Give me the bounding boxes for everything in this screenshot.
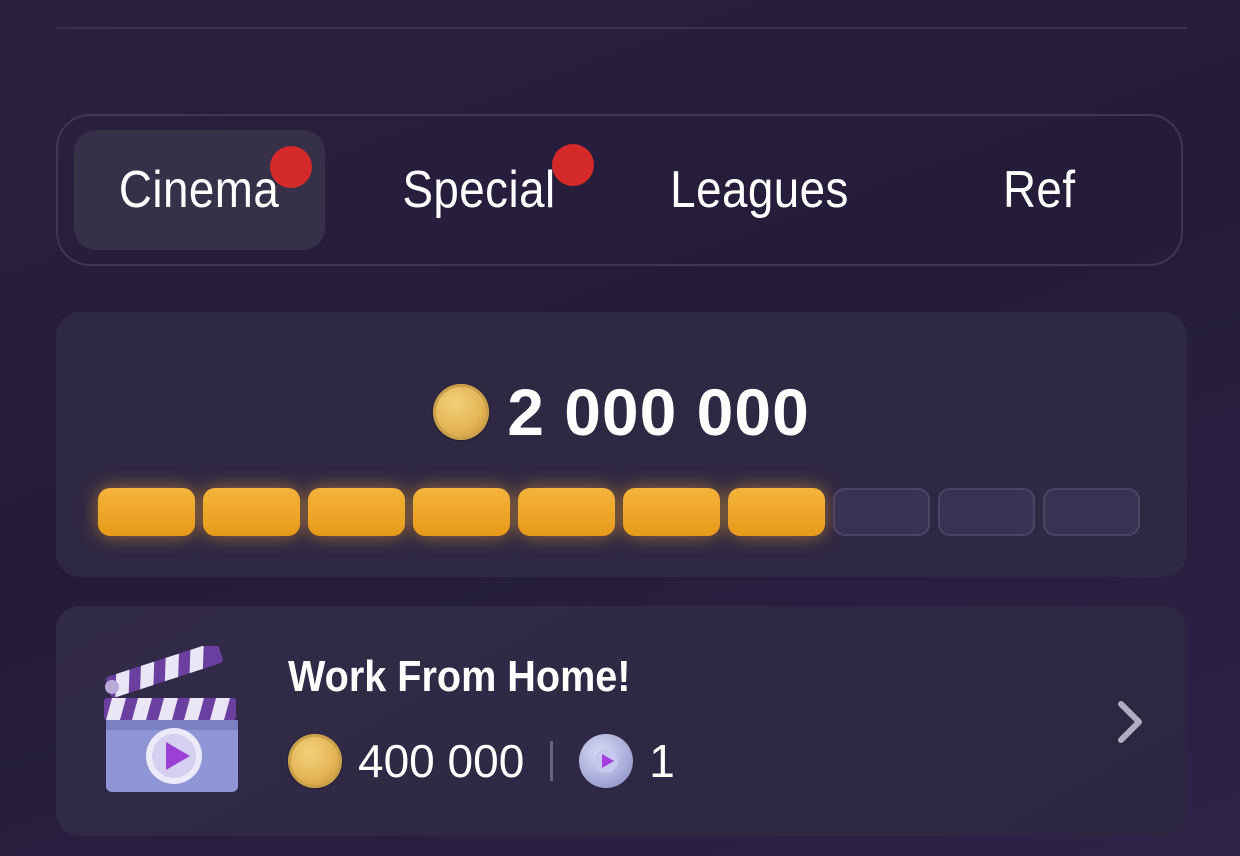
tab-cinema[interactable]: Cinema [74, 130, 325, 250]
coin-reward: 400 000 [358, 735, 525, 787]
progress-segment-empty [1043, 488, 1140, 536]
progress-segment-filled [203, 488, 300, 536]
goal-amount: 2 000 000 [507, 375, 810, 449]
tab-label: Special [402, 161, 557, 219]
tab-label: Cinema [119, 161, 280, 219]
tab-ref[interactable]: Ref [914, 130, 1165, 250]
progress-bar [98, 488, 1140, 536]
top-divider [56, 27, 1187, 29]
chevron-right-icon[interactable] [1115, 700, 1145, 744]
coin-icon [433, 384, 490, 440]
coin-icon [288, 734, 342, 788]
tab-label: Leagues [670, 161, 849, 219]
progress-segment-filled [518, 488, 615, 536]
notification-dot [270, 146, 312, 188]
progress-segment-filled [728, 488, 825, 536]
clapperboard-icon [104, 646, 238, 792]
progress-segment-filled [308, 488, 405, 536]
progress-segment-empty [833, 488, 930, 536]
progress-segment-empty [938, 488, 1035, 536]
reward-row: 400 000 1 [288, 734, 675, 788]
progress-card: 2 000 000 [56, 312, 1187, 577]
notification-dot [552, 144, 594, 186]
task-title: Work From Home! [288, 652, 631, 701]
progress-segment-filled [413, 488, 510, 536]
progress-segment-filled [98, 488, 195, 536]
tab-special[interactable]: Special [354, 130, 605, 250]
play-ticket-icon [579, 734, 634, 788]
tab-bar: Cinema Special Leagues Ref [56, 114, 1183, 266]
progress-segment-filled [623, 488, 720, 536]
ticket-reward: 1 [649, 735, 675, 787]
tab-leagues[interactable]: Leagues [634, 130, 885, 250]
reward-separator [550, 741, 554, 781]
goal-row: 2 000 000 [56, 374, 1187, 450]
tab-label: Ref [1003, 161, 1076, 219]
task-card[interactable]: Work From Home! 400 000 1 [56, 606, 1187, 836]
